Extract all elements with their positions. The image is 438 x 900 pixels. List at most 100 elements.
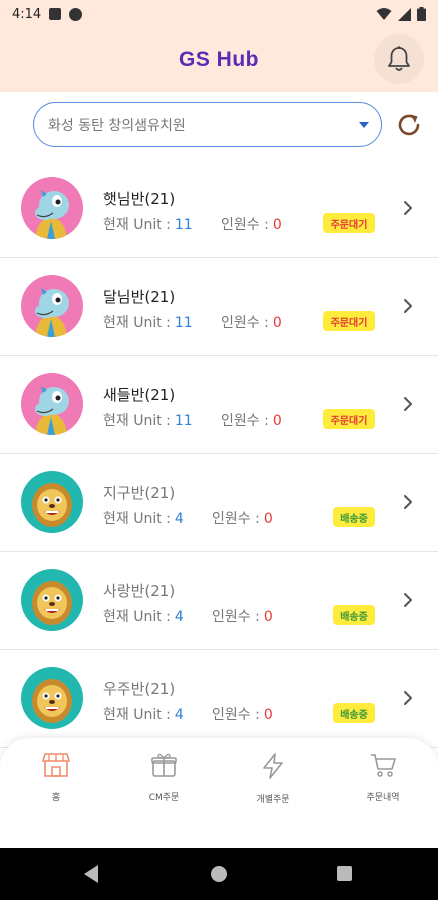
- nav-order-history[interactable]: 주문내역: [328, 752, 438, 822]
- nav-cm-order[interactable]: CM주문: [109, 752, 219, 822]
- class-name: 사랑반(21): [103, 582, 176, 600]
- unit-value: 4: [174, 707, 184, 723]
- nav-label-individual-order: 개별주문: [256, 795, 290, 805]
- headcount-label: 인원수 :: [212, 511, 260, 527]
- unit-value: 11: [174, 413, 193, 429]
- headcount-label: 인원수 :: [221, 217, 269, 233]
- class-name: 지구반(21): [103, 484, 176, 502]
- status-badge: 주문대기: [323, 409, 375, 429]
- headcount-value: 0: [272, 413, 282, 429]
- home-circle-icon[interactable]: [211, 866, 227, 882]
- chevron-right-icon: [404, 397, 412, 411]
- headcount-value: 0: [263, 609, 273, 625]
- unit-label: 현재 Unit :: [103, 217, 171, 233]
- unit-label: 현재 Unit :: [103, 315, 171, 331]
- headcount-info: 인원수 :0: [221, 214, 282, 234]
- cart-icon: [371, 754, 396, 777]
- unit-label: 현재 Unit :: [103, 511, 171, 527]
- recent-apps-icon[interactable]: [337, 866, 352, 881]
- headcount-label: 인원수 :: [212, 609, 260, 625]
- chevron-right-icon: [404, 691, 412, 705]
- lightning-icon: [263, 753, 283, 779]
- headcount-value: 0: [272, 217, 282, 233]
- status-badge: 배송중: [333, 605, 375, 625]
- class-row[interactable]: 새들반(21) 현재 Unit :11 인원수 :0 주문대기: [0, 356, 438, 454]
- class-name: 달님반(21): [103, 288, 176, 306]
- class-list: 햇님반(21) 현재 Unit :11 인원수 :0 주문대기 달님반(21) 현재 U…: [0, 160, 438, 748]
- headcount-info: 인원수 :0: [221, 410, 282, 430]
- status-badge: 주문대기: [323, 213, 375, 233]
- notification-button[interactable]: [374, 34, 424, 84]
- headcount-label: 인원수 :: [221, 413, 269, 429]
- caret-down-icon: [359, 122, 369, 128]
- notification-a-icon: [49, 8, 62, 20]
- class-row[interactable]: 우주반(21) 현재 Unit :4 인원수 :0 배송중: [0, 650, 438, 748]
- unit-label: 현재 Unit :: [103, 413, 171, 429]
- headcount-info: 인원수 :0: [212, 704, 273, 724]
- unit-label: 현재 Unit :: [103, 609, 171, 625]
- dinosaur-avatar: [21, 275, 83, 337]
- store-icon: [42, 753, 70, 777]
- school-select[interactable]: 화성 동탄 창의샘유치원: [33, 102, 382, 147]
- headcount-info: 인원수 :0: [212, 606, 273, 626]
- battery-icon: [417, 7, 426, 21]
- unit-info: 현재 Unit :4: [103, 508, 184, 528]
- unit-info: 현재 Unit :11: [103, 312, 193, 332]
- unit-info: 현재 Unit :4: [103, 704, 184, 724]
- lion-avatar: [21, 569, 83, 631]
- class-row[interactable]: 달님반(21) 현재 Unit :11 인원수 :0 주문대기: [0, 258, 438, 356]
- unit-info: 현재 Unit :11: [103, 214, 193, 234]
- headcount-value: 0: [272, 315, 282, 331]
- chevron-right-icon: [404, 299, 412, 313]
- headcount-label: 인원수 :: [221, 315, 269, 331]
- nav-individual-order[interactable]: 개별주문: [218, 752, 328, 822]
- chevron-right-icon: [404, 201, 412, 215]
- status-time: 4:14: [12, 6, 42, 22]
- dinosaur-avatar: [21, 177, 83, 239]
- headcount-info: 인원수 :0: [212, 508, 273, 528]
- unit-info: 현재 Unit :11: [103, 410, 193, 430]
- class-row[interactable]: 사랑반(21) 현재 Unit :4 인원수 :0 배송중: [0, 552, 438, 650]
- unit-info: 현재 Unit :4: [103, 606, 184, 626]
- nav-label-cm-order: CM주문: [148, 793, 180, 803]
- status-badge: 주문대기: [323, 311, 375, 331]
- unit-value: 11: [174, 217, 193, 233]
- status-bar: 4:14: [0, 0, 438, 28]
- class-name: 우주반(21): [103, 680, 176, 698]
- unit-label: 현재 Unit :: [103, 707, 171, 723]
- class-name: 햇님반(21): [103, 190, 176, 208]
- chevron-right-icon: [404, 593, 412, 607]
- class-row[interactable]: 지구반(21) 현재 Unit :4 인원수 :0 배송중: [0, 454, 438, 552]
- system-navigation-bar: [0, 848, 438, 900]
- lion-avatar: [21, 667, 83, 729]
- headcount-value: 0: [263, 511, 273, 527]
- signal-icon: [398, 7, 411, 21]
- gift-icon: [151, 753, 177, 777]
- unit-value: 4: [174, 511, 184, 527]
- app-title: GS Hub: [179, 48, 259, 71]
- class-name: 새들반(21): [103, 386, 176, 404]
- unit-value: 11: [174, 315, 193, 331]
- bottom-navigation: 홈 CM주문 개별주문 주문내역: [0, 738, 438, 848]
- chevron-right-icon: [404, 495, 412, 509]
- headcount-label: 인원수 :: [212, 707, 260, 723]
- unit-value: 4: [174, 609, 184, 625]
- status-badge: 배송중: [333, 703, 375, 723]
- nav-home[interactable]: 홈: [1, 752, 111, 822]
- refresh-icon: [398, 114, 420, 136]
- selector-row: 화성 동탄 창의샘유치원: [0, 100, 438, 148]
- app-header: GS Hub: [0, 28, 438, 92]
- headcount-info: 인원수 :0: [221, 312, 282, 332]
- school-select-value: 화성 동탄 창의샘유치원: [48, 117, 186, 134]
- back-icon[interactable]: [84, 865, 98, 883]
- notification-p-icon: [69, 7, 83, 21]
- headcount-value: 0: [263, 707, 273, 723]
- bell-icon: [388, 46, 410, 71]
- status-badge: 배송중: [333, 507, 375, 527]
- refresh-button[interactable]: [394, 110, 424, 140]
- dinosaur-avatar: [21, 373, 83, 435]
- wifi-icon: [376, 8, 392, 20]
- lion-avatar: [21, 471, 83, 533]
- class-row[interactable]: 햇님반(21) 현재 Unit :11 인원수 :0 주문대기: [0, 160, 438, 258]
- nav-label-order-history: 주문내역: [366, 793, 400, 803]
